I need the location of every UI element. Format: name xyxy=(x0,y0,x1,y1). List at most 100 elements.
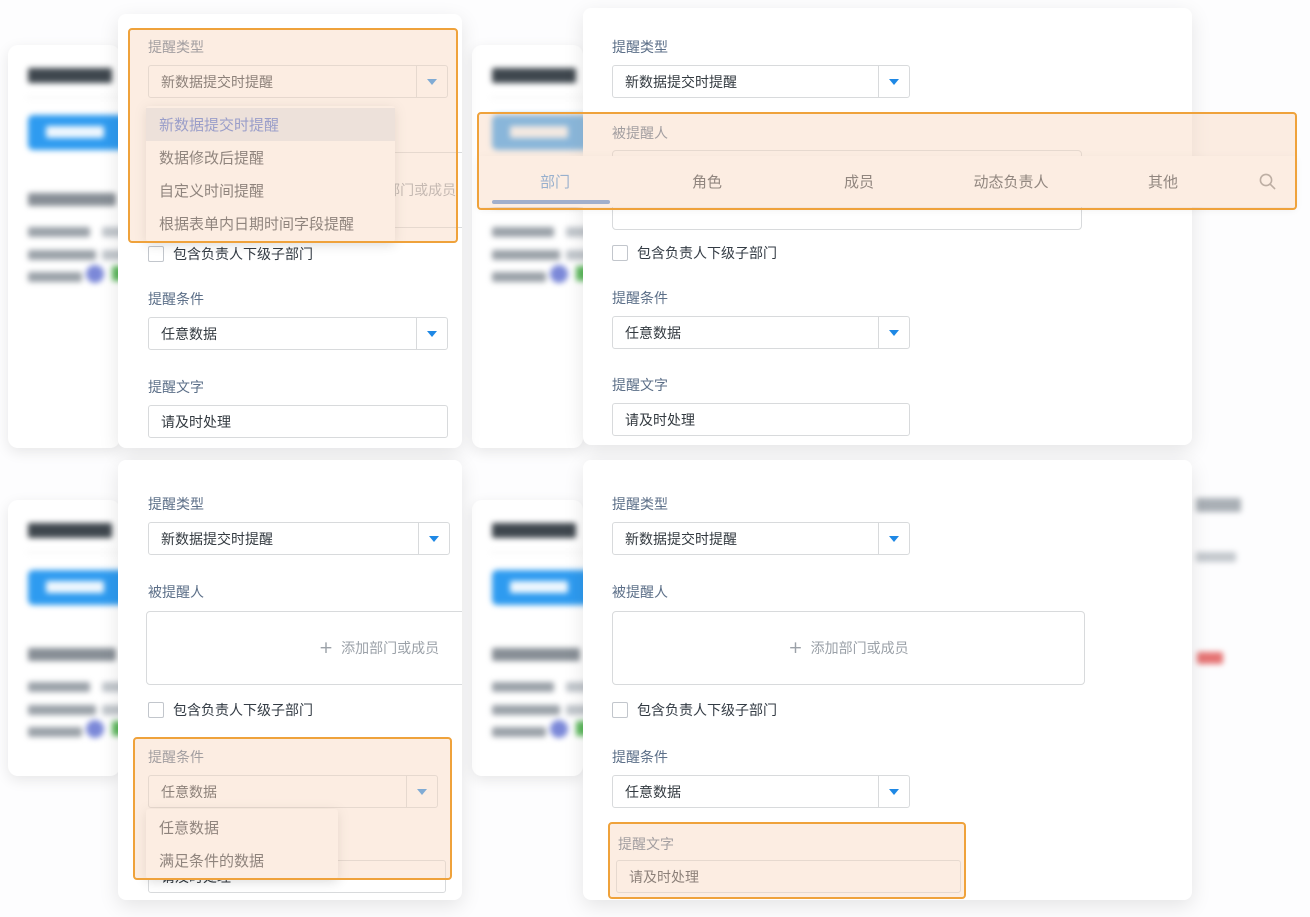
blurred-row xyxy=(492,682,554,692)
blurred-row-value xyxy=(566,682,583,692)
reminder-type-label: 提醒类型 xyxy=(612,494,668,514)
chevron-down-icon xyxy=(889,789,899,795)
select-caret-button[interactable] xyxy=(878,317,909,348)
blurred-text-fragment xyxy=(1196,498,1241,512)
blurred-row-value xyxy=(566,250,583,260)
reminder-condition-label: 提醒条件 xyxy=(612,747,668,767)
quadrant-member-tabs-card: 提醒类型 新数据提交时提醒 被提醒人 包含负责人下级子部门 提醒条件 任意数据 … xyxy=(583,8,1192,445)
plus-icon: + xyxy=(319,638,333,658)
chevron-down-icon xyxy=(427,331,437,337)
reminded-person-label: 被提醒人 xyxy=(612,582,668,602)
blurred-content xyxy=(8,500,120,776)
reminder-condition-select[interactable]: 任意数据 xyxy=(612,316,910,349)
reminder-type-select[interactable]: 新数据提交时提醒 xyxy=(612,65,910,98)
select-caret-button[interactable] xyxy=(878,776,909,807)
blurred-row-value xyxy=(566,227,583,237)
blurred-background-card xyxy=(472,45,583,448)
blurred-primary-button xyxy=(492,570,583,605)
include-sub-checkbox[interactable] xyxy=(612,245,628,261)
reminder-text-label: 提醒文字 xyxy=(148,377,204,397)
blurred-row xyxy=(28,227,90,237)
blurred-background-card xyxy=(472,500,583,776)
divider xyxy=(490,552,583,553)
include-sub-label: 包含负责人下级子部门 xyxy=(637,700,777,720)
reminder-type-select-value: 新数据提交时提醒 xyxy=(613,72,878,92)
blurred-row xyxy=(492,705,560,715)
blurred-content xyxy=(472,45,583,448)
blurred-background-card xyxy=(8,45,120,448)
blurred-avatar xyxy=(86,265,104,283)
blurred-section-heading xyxy=(492,648,580,661)
blurred-row xyxy=(492,227,554,237)
blurred-primary-button xyxy=(28,115,120,150)
reminder-condition-label: 提醒条件 xyxy=(612,288,668,308)
divider xyxy=(26,552,120,553)
blurred-red-text-fragment xyxy=(1197,652,1223,664)
blurred-content xyxy=(8,45,120,448)
blurred-title xyxy=(492,523,576,538)
chevron-down-icon xyxy=(889,79,899,85)
reminder-text-input[interactable]: 请及时处理 xyxy=(148,405,448,438)
blurred-row xyxy=(28,727,82,737)
reminder-type-select-value: 新数据提交时提醒 xyxy=(613,529,878,549)
select-caret-button[interactable] xyxy=(418,523,449,554)
reminder-type-select[interactable]: 新数据提交时提醒 xyxy=(148,522,450,555)
divider xyxy=(26,97,120,98)
divider xyxy=(490,97,583,98)
blurred-content xyxy=(472,500,583,776)
reminder-condition-select[interactable]: 任意数据 xyxy=(612,775,910,808)
blurred-row xyxy=(492,272,546,282)
blurred-green-chip xyxy=(576,721,583,736)
reminded-person-label: 被提醒人 xyxy=(148,582,204,602)
blurred-row xyxy=(28,682,90,692)
select-caret-button[interactable] xyxy=(878,523,909,554)
reminder-condition-select-value: 任意数据 xyxy=(149,324,416,344)
select-caret-button[interactable] xyxy=(416,318,447,349)
highlight-box-reminder-type xyxy=(128,28,458,243)
blurred-row xyxy=(492,727,546,737)
blurred-avatar xyxy=(550,720,568,738)
add-member-label: 添加部门或成员 xyxy=(341,638,439,658)
reminder-text-input[interactable]: 请及时处理 xyxy=(612,403,910,436)
reminder-type-label: 提醒类型 xyxy=(612,37,668,57)
blurred-title xyxy=(28,68,112,83)
chevron-down-icon xyxy=(889,330,899,336)
chevron-down-icon xyxy=(889,536,899,542)
blurred-green-chip xyxy=(576,266,583,281)
blurred-row xyxy=(28,250,96,260)
reminder-type-label: 提醒类型 xyxy=(148,494,204,514)
blurred-row xyxy=(492,250,560,260)
highlight-box-member-tabs xyxy=(477,112,1297,210)
blurred-title xyxy=(492,68,576,83)
include-sub-row: 包含负责人下级子部门 xyxy=(612,700,777,720)
add-member-box[interactable]: + 添加部门或成员 xyxy=(146,611,462,685)
blurred-row xyxy=(28,272,82,282)
reminder-type-select[interactable]: 新数据提交时提醒 xyxy=(612,522,910,555)
include-sub-label: 包含负责人下级子部门 xyxy=(173,700,313,720)
reminder-condition-select-value: 任意数据 xyxy=(613,323,878,343)
include-sub-checkbox[interactable] xyxy=(148,246,164,262)
chevron-down-icon xyxy=(429,536,439,542)
blurred-avatar xyxy=(550,265,568,283)
add-member-box[interactable]: + 添加部门或成员 xyxy=(612,611,1085,685)
reminder-condition-select[interactable]: 任意数据 xyxy=(148,317,448,350)
reminder-condition-select-value: 任意数据 xyxy=(613,782,878,802)
reminder-condition-label: 提醒条件 xyxy=(148,289,204,309)
include-sub-row: 包含负责人下级子部门 xyxy=(148,244,313,264)
blurred-row-value xyxy=(566,705,583,715)
include-sub-row: 包含负责人下级子部门 xyxy=(148,700,313,720)
include-sub-label: 包含负责人下级子部门 xyxy=(637,243,777,263)
blurred-avatar xyxy=(86,720,104,738)
select-caret-button[interactable] xyxy=(878,66,909,97)
highlight-box-reminder-text xyxy=(608,822,966,899)
include-sub-checkbox[interactable] xyxy=(612,702,628,718)
include-sub-row: 包含负责人下级子部门 xyxy=(612,243,777,263)
reminder-text-label: 提醒文字 xyxy=(612,375,668,395)
include-sub-checkbox[interactable] xyxy=(148,702,164,718)
blurred-section-heading xyxy=(28,648,116,661)
blurred-button-label xyxy=(46,126,104,138)
blurred-primary-button xyxy=(28,570,120,605)
include-sub-label: 包含负责人下级子部门 xyxy=(173,244,313,264)
blurred-title xyxy=(28,523,112,538)
blurred-button-label xyxy=(46,581,104,593)
